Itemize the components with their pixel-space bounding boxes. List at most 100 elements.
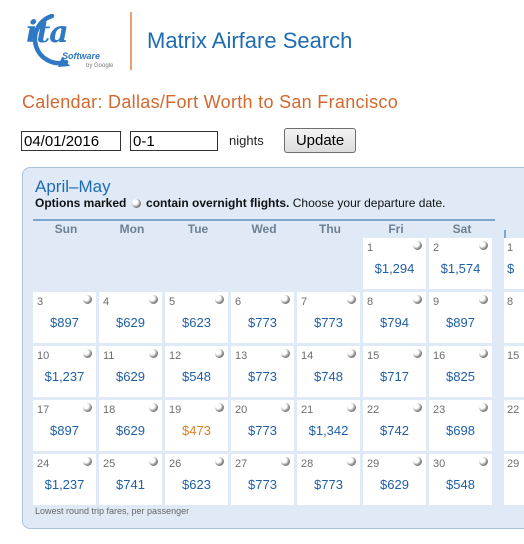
fare-price-link[interactable]: $629 xyxy=(363,477,426,492)
fare-price-link[interactable]: $629 xyxy=(99,315,162,330)
calendar-day-cell[interactable]: 1 $1,294 xyxy=(363,238,426,289)
fare-price-link[interactable]: $794 xyxy=(363,315,426,330)
calendar-day-cell[interactable]: 27 $773 xyxy=(231,454,294,505)
fare-price-link[interactable]: $773 xyxy=(297,477,360,492)
instructions-bold-2: contain overnight flights. xyxy=(146,196,290,210)
fare-price-link[interactable]: $ xyxy=(507,261,514,276)
calendar-day-cell[interactable]: 14 $748 xyxy=(297,346,360,397)
overnight-icon xyxy=(83,457,92,466)
fare-price-link[interactable]: $629 xyxy=(99,369,162,384)
calendar-day-cell[interactable]: 4 $629 xyxy=(99,292,162,343)
fare-price-link[interactable]: $897 xyxy=(33,315,96,330)
calendar-day-cell[interactable]: 7 $773 xyxy=(297,292,360,343)
next-month-day-cell[interactable]: 22 xyxy=(504,400,524,451)
overnight-icon xyxy=(413,295,422,304)
weekday-tue: Tue xyxy=(187,222,209,236)
overnight-icon xyxy=(479,295,488,304)
update-button[interactable]: Update xyxy=(284,128,356,153)
fare-price-link[interactable]: $1,294 xyxy=(363,261,426,276)
calendar-day-cell[interactable]: 3 $897 xyxy=(33,292,96,343)
day-number: 1 xyxy=(507,242,514,254)
calendar-day-cell[interactable]: 24 $1,237 xyxy=(33,454,96,505)
calendar-day-cell[interactable]: 15 $717 xyxy=(363,346,426,397)
calendar-day-cell[interactable]: 8 $794 xyxy=(363,292,426,343)
fare-price-link[interactable]: $473 xyxy=(165,423,228,438)
calendar-day-cell[interactable]: 25 $741 xyxy=(99,454,162,505)
day-number: 29 xyxy=(367,458,380,470)
calendar-day-cell[interactable]: 6 $773 xyxy=(231,292,294,343)
day-number: 19 xyxy=(169,404,182,416)
instructions-bold-1: Options marked xyxy=(35,196,127,210)
logo-ita-text: ita xyxy=(26,15,69,50)
calendar-day-cell[interactable]: 10 $1,237 xyxy=(33,346,96,397)
day-number: 2 xyxy=(433,242,440,254)
calendar-day-cell[interactable]: 12 $548 xyxy=(165,346,228,397)
calendar-day-cell[interactable]: 23 $698 xyxy=(429,400,492,451)
overnight-icon xyxy=(149,295,158,304)
day-number: 29 xyxy=(507,458,520,470)
fare-price-link[interactable]: $629 xyxy=(99,423,162,438)
next-month-day-cell[interactable]: 1 $ xyxy=(504,238,524,289)
fare-price-link[interactable]: $1,574 xyxy=(429,261,492,276)
fare-price-link[interactable]: $548 xyxy=(429,477,492,492)
day-number: 18 xyxy=(103,404,116,416)
calendar-day-cell[interactable]: 2 $1,574 xyxy=(429,238,492,289)
overnight-icon xyxy=(215,349,224,358)
overnight-icon xyxy=(347,349,356,358)
calendar-day-cell[interactable]: 17 $897 xyxy=(33,400,96,451)
next-month-day-cell[interactable]: 15 xyxy=(504,346,524,397)
fare-price-link[interactable]: $748 xyxy=(297,369,360,384)
fare-price-link[interactable]: $773 xyxy=(231,315,294,330)
calendar-day-cell[interactable]: 30 $548 xyxy=(429,454,492,505)
overnight-icon xyxy=(215,295,224,304)
calendar-day-cell[interactable]: 29 $629 xyxy=(363,454,426,505)
calendar-day-cell[interactable]: 19 $473 xyxy=(165,400,228,451)
calendar-day-cell[interactable]: 28 $773 xyxy=(297,454,360,505)
day-number: 15 xyxy=(367,350,380,362)
day-number: 28 xyxy=(301,458,314,470)
calendar-day-cell[interactable]: 16 $825 xyxy=(429,346,492,397)
calendar-day-cell[interactable]: 18 $629 xyxy=(99,400,162,451)
calendar-day-cell[interactable]: 26 $623 xyxy=(165,454,228,505)
month-title: April–May xyxy=(35,177,111,196)
weekday-wed: Wed xyxy=(251,222,277,236)
next-month-day-cell[interactable]: 29 xyxy=(504,454,524,505)
fare-price-link[interactable]: $773 xyxy=(231,369,294,384)
fare-price-link[interactable]: $773 xyxy=(231,477,294,492)
fare-price-link[interactable]: $548 xyxy=(165,369,228,384)
nights-input[interactable] xyxy=(130,131,218,151)
fare-price-link[interactable]: $741 xyxy=(99,477,162,492)
fare-price-link[interactable]: $773 xyxy=(297,315,360,330)
fare-price-link[interactable]: $698 xyxy=(429,423,492,438)
calendar-day-cell[interactable]: 21 $1,342 xyxy=(297,400,360,451)
calendar-day-cell[interactable]: 5 $623 xyxy=(165,292,228,343)
fare-price-link[interactable]: $1,237 xyxy=(33,369,96,384)
calendar-day-cell[interactable]: 22 $742 xyxy=(363,400,426,451)
ita-software-logo[interactable]: ita Software by Google xyxy=(22,10,114,72)
overnight-icon xyxy=(281,349,290,358)
fare-price-link[interactable]: $742 xyxy=(363,423,426,438)
fare-price-link[interactable]: $825 xyxy=(429,369,492,384)
fare-price-link[interactable]: $1,237 xyxy=(33,477,96,492)
calendar-day-cell[interactable]: 20 $773 xyxy=(231,400,294,451)
instructions-rest: Choose your departure date. xyxy=(292,196,446,210)
day-number: 17 xyxy=(37,404,50,416)
fare-price-link[interactable]: $897 xyxy=(429,315,492,330)
next-month-day-cell[interactable]: 8 xyxy=(504,292,524,343)
overnight-icon xyxy=(347,457,356,466)
overnight-icon xyxy=(83,295,92,304)
overnight-icon xyxy=(347,295,356,304)
calendar-day-cell[interactable]: 11 $629 xyxy=(99,346,162,397)
overnight-icon xyxy=(413,403,422,412)
fare-price-link[interactable]: $623 xyxy=(165,477,228,492)
departure-date-input[interactable] xyxy=(21,131,121,151)
day-number: 8 xyxy=(367,296,374,308)
fare-price-link[interactable]: $897 xyxy=(33,423,96,438)
fare-price-link[interactable]: $717 xyxy=(363,369,426,384)
calendar-day-cell[interactable]: 9 $897 xyxy=(429,292,492,343)
calendar-instructions: Options marked contain overnight flights… xyxy=(35,196,446,210)
fare-price-link[interactable]: $1,342 xyxy=(297,423,360,438)
fare-price-link[interactable]: $773 xyxy=(231,423,294,438)
fare-price-link[interactable]: $623 xyxy=(165,315,228,330)
calendar-day-cell[interactable]: 13 $773 xyxy=(231,346,294,397)
